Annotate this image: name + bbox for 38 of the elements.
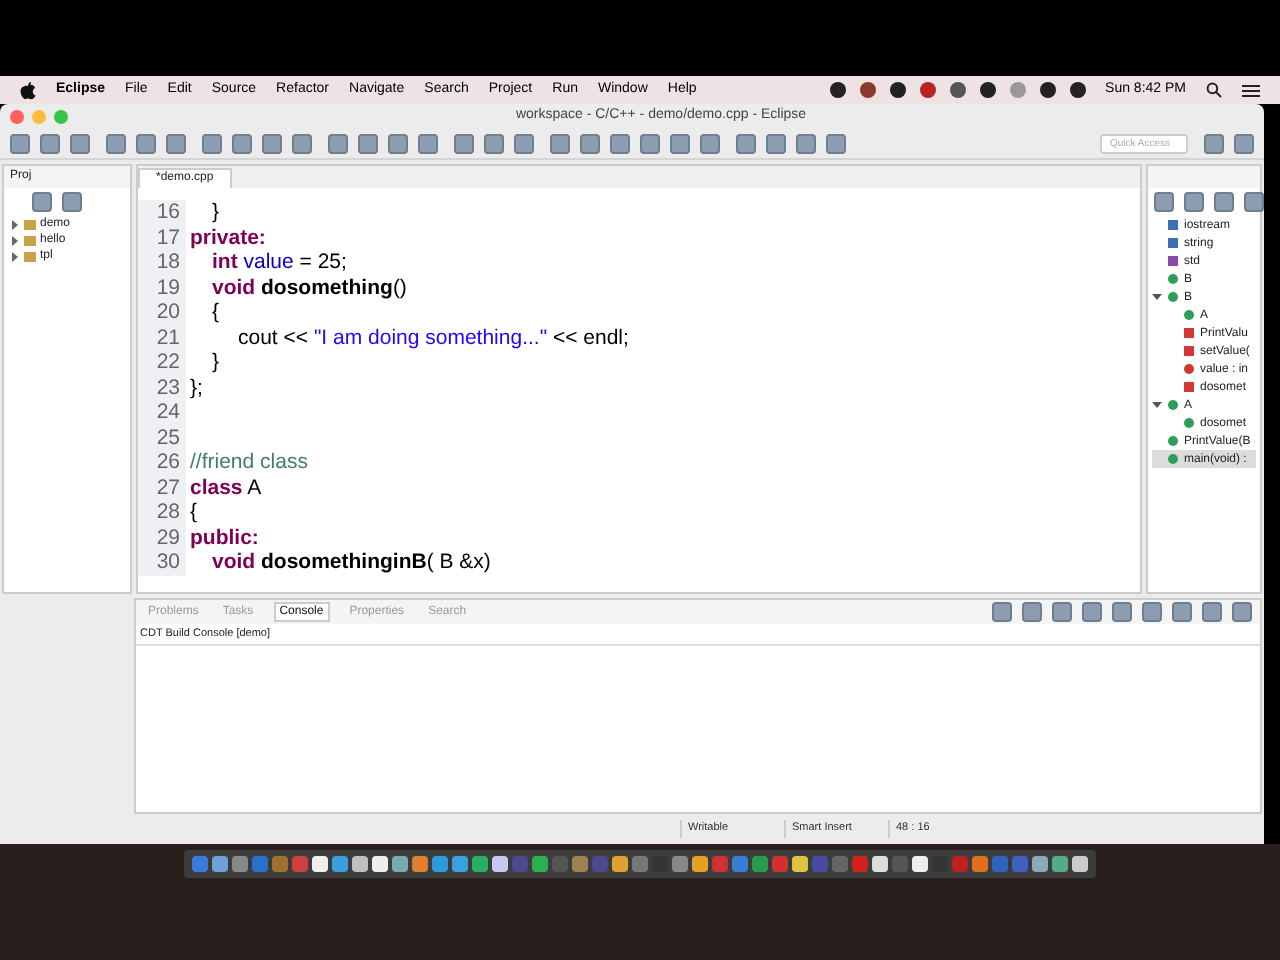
code-line: public: <box>188 527 259 548</box>
apple-logo-icon[interactable] <box>20 81 36 99</box>
line-number: 29 <box>138 525 186 550</box>
expand-arrow-icon[interactable] <box>1152 292 1162 302</box>
expand-arrow-icon[interactable] <box>10 235 20 245</box>
line-number: 18 <box>138 250 186 275</box>
code-line: { <box>210 302 220 323</box>
line-number: 17 <box>138 225 186 250</box>
line-number: 16 <box>138 200 186 225</box>
search-icon[interactable] <box>1206 82 1222 98</box>
expand-arrow-icon[interactable] <box>1152 400 1162 410</box>
list-menu-icon[interactable] <box>1242 83 1260 97</box>
line-number: 24 <box>138 400 186 425</box>
code-line: class A <box>188 477 262 498</box>
line-number: 20 <box>138 300 186 325</box>
line-number: 26 <box>138 450 186 475</box>
expand-arrow-icon[interactable] <box>10 219 20 229</box>
close-window-button[interactable] <box>10 109 24 123</box>
code-line: } <box>210 202 220 223</box>
expand-arrow-icon[interactable] <box>10 251 20 261</box>
code-line: void dosomething() <box>210 277 407 298</box>
line-number: 23 <box>138 375 186 400</box>
line-number: 25 <box>138 425 186 450</box>
line-number: 21 <box>138 325 186 350</box>
code-line: } <box>210 352 220 373</box>
line-number: 22 <box>138 350 186 375</box>
code-line: int value = 25; <box>210 252 347 273</box>
code-line: private: <box>188 227 266 248</box>
code-line: { <box>188 502 198 523</box>
line-number: 27 <box>138 475 186 500</box>
zoom-window-button[interactable] <box>54 109 68 123</box>
line-number: 28 <box>138 500 186 525</box>
code-line: //friend class <box>188 452 308 473</box>
code-line: void dosomethinginB( B &x) <box>210 552 491 573</box>
code-line: cout << "I am doing something..." << endl; <box>236 327 629 348</box>
line-number: 19 <box>138 275 186 300</box>
code-line: }; <box>188 377 203 398</box>
line-number: 30 <box>138 550 186 575</box>
